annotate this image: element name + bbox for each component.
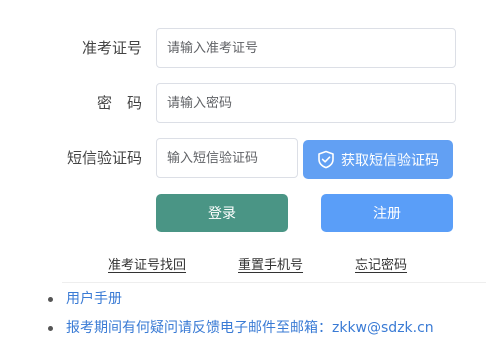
exam-id-label: 准考证号 (81, 39, 142, 57)
login-button[interactable]: 登录 (156, 194, 288, 232)
get-sms-code-button[interactable]: 获取短信验证码 (303, 140, 453, 179)
notice-list: 用户手册 报考期间有何疑问请反馈电子邮件至邮箱：zkkw@sdzk.cn (48, 288, 434, 346)
sms-code-input[interactable] (156, 138, 298, 178)
get-sms-code-label: 获取短信验证码 (341, 152, 439, 169)
shield-check-icon (317, 150, 335, 169)
list-item: 用户手册 (48, 288, 434, 310)
divider (62, 282, 486, 283)
list-item: 报考期间有何疑问请反馈电子邮件至邮箱：zkkw@sdzk.cn (48, 317, 434, 339)
sms-code-label: 短信验证码 (66, 149, 142, 167)
forgot-password-link[interactable]: 忘记密码 (355, 254, 407, 273)
password-label: 密 码 (96, 94, 142, 112)
exam-id-input[interactable] (156, 28, 456, 68)
contact-notice: 报考期间有何疑问请反馈电子邮件至邮箱：zkkw@sdzk.cn (66, 320, 434, 336)
user-manual-link[interactable]: 用户手册 (66, 291, 122, 307)
bullet-icon (48, 297, 53, 302)
recover-exam-id-link[interactable]: 准考证号找回 (108, 254, 186, 273)
password-input[interactable] (156, 83, 456, 123)
helper-links: 准考证号找回 重置手机号 忘记密码 (0, 254, 494, 274)
register-button[interactable]: 注册 (321, 194, 453, 232)
bullet-icon (48, 326, 53, 331)
reset-phone-link[interactable]: 重置手机号 (238, 254, 303, 273)
